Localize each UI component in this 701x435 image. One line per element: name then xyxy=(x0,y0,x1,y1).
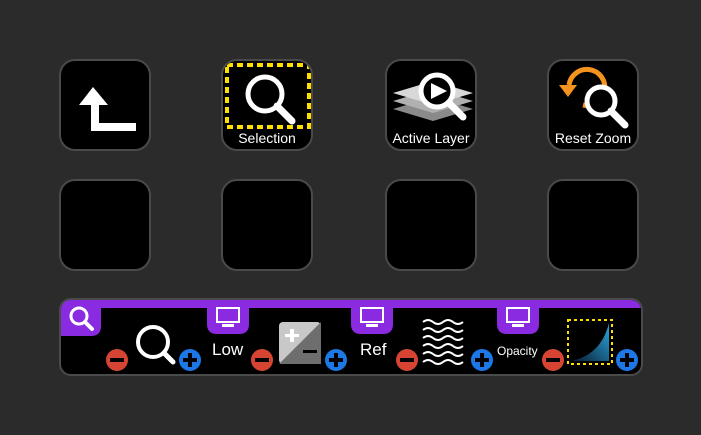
zoom-dial-icon xyxy=(136,325,176,365)
monitor-icon xyxy=(207,300,249,334)
exposure-icon xyxy=(279,322,321,364)
minus-icon[interactable] xyxy=(396,349,418,371)
empty-key[interactable] xyxy=(547,179,639,271)
minus-icon[interactable] xyxy=(542,349,564,371)
dial-strip[interactable]: Low Ref Opacity xyxy=(59,298,643,376)
plus-icon[interactable] xyxy=(471,349,493,371)
active-layer-label: Active Layer xyxy=(392,130,470,146)
zoom-selection-key[interactable]: Selection xyxy=(221,59,313,151)
reset-zoom-key[interactable]: Reset Zoom xyxy=(547,59,639,151)
plus-icon[interactable] xyxy=(325,349,347,371)
minus-icon[interactable] xyxy=(251,349,273,371)
dial-ref-label: Ref xyxy=(360,340,387,359)
reset-zoom-label: Reset Zoom xyxy=(554,130,632,146)
monitor-icon xyxy=(351,300,393,334)
dial-opacity-label: Opacity xyxy=(497,344,538,358)
minus-icon[interactable] xyxy=(106,349,128,371)
plus-icon[interactable] xyxy=(179,349,201,371)
empty-key[interactable] xyxy=(385,179,477,271)
selection-label: Selection xyxy=(238,130,296,146)
back-key[interactable] xyxy=(59,59,151,151)
opacity-gradient-icon xyxy=(567,319,613,365)
monitor-icon xyxy=(497,300,539,334)
back-arrow-icon xyxy=(79,87,136,131)
dial-low-label: Low xyxy=(212,340,244,359)
empty-key[interactable] xyxy=(221,179,313,271)
plus-icon[interactable] xyxy=(616,349,638,371)
zoom-mode-icon xyxy=(61,300,101,336)
empty-key[interactable] xyxy=(59,179,151,271)
wave-reference-icon xyxy=(422,319,464,365)
zoom-active-layer-key[interactable]: Active Layer xyxy=(385,59,477,151)
